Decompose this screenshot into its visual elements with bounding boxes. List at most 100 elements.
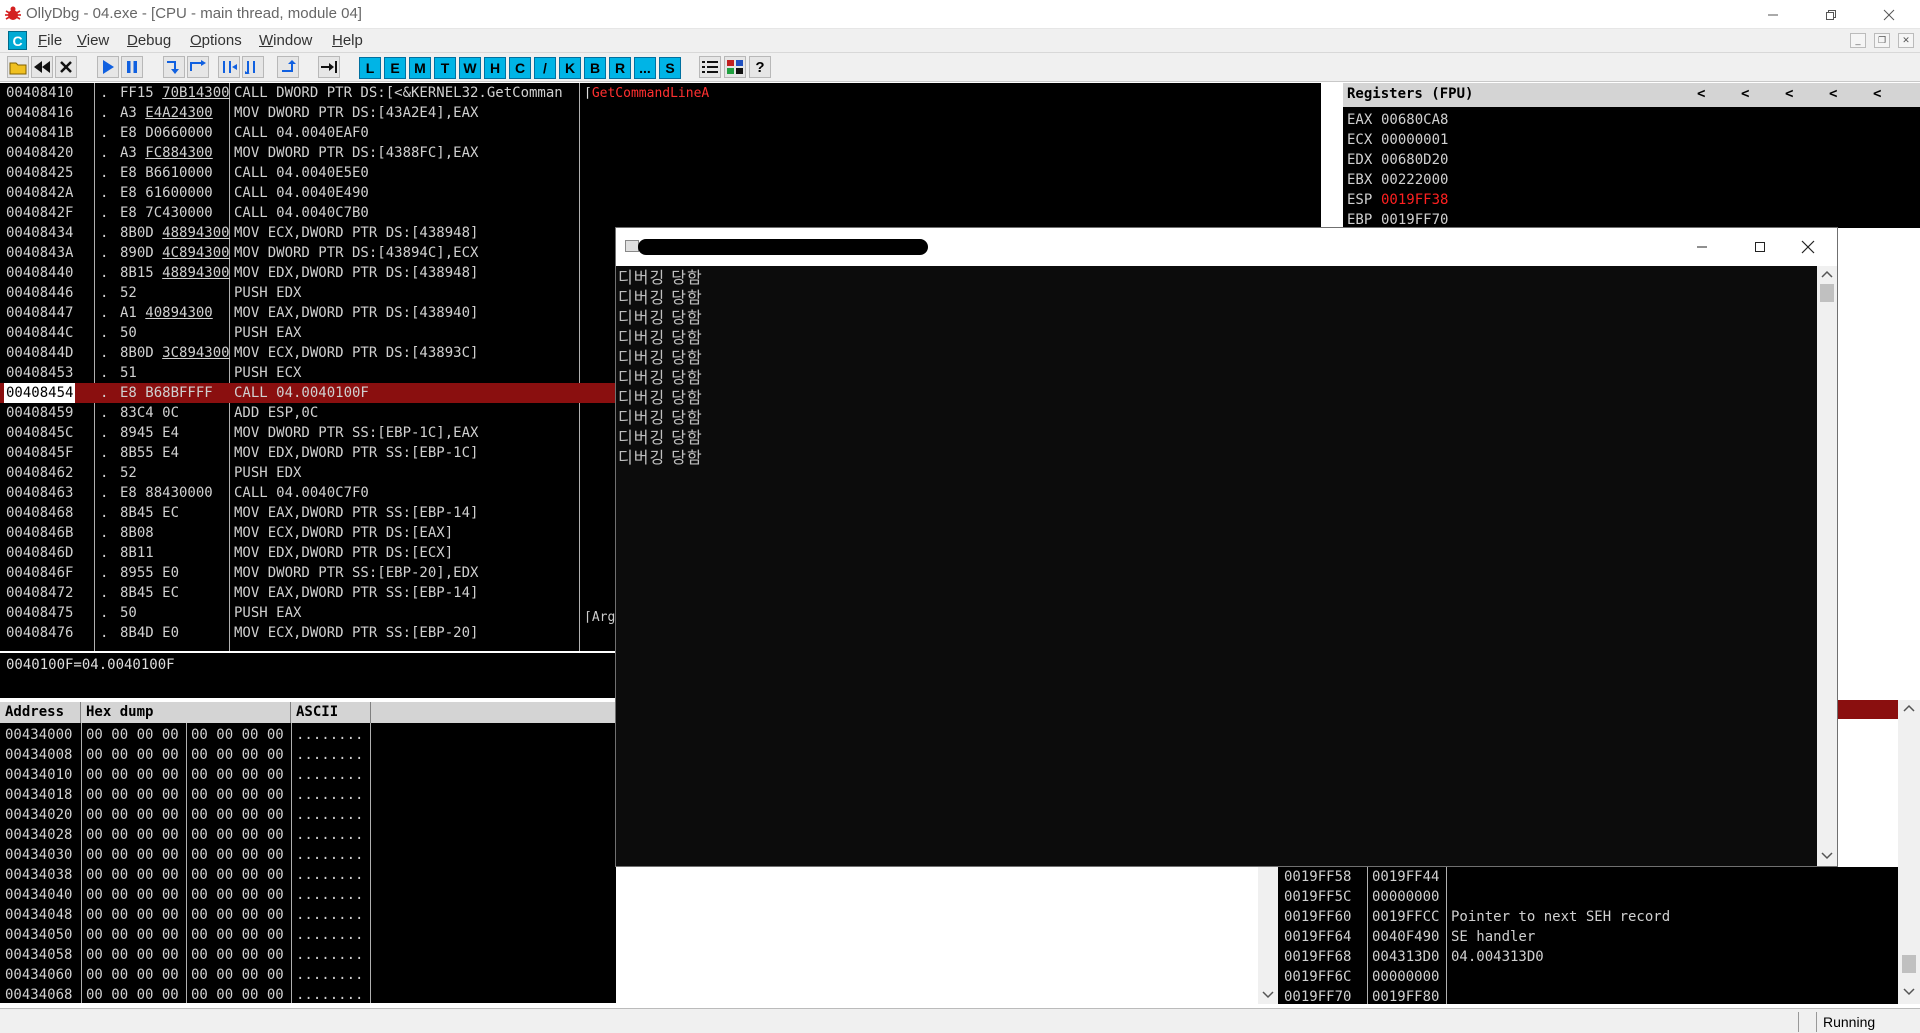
table-row[interactable]: 00408462. 52 PUSH EDX — [0, 463, 615, 483]
registers-pane[interactable]: Registers (FPU) < < < < < EAX 00680CA8 ECX… — [1343, 83, 1920, 228]
step-over-button[interactable] — [187, 56, 209, 78]
restart-button[interactable] — [31, 56, 53, 78]
stack-pane[interactable]: 0019FF58 0019FF44 0019FF5C 00000000 0019FF60… — [1278, 867, 1898, 1004]
mdi-restore-button[interactable]: ❐ — [1874, 33, 1890, 48]
animate-over-button[interactable] — [242, 56, 264, 78]
register-row[interactable]: EBP 0019FF70 — [1343, 210, 1920, 228]
table-row[interactable]: 0040841B. E8 D0660000 CALL 04.0040EAF0 — [0, 123, 615, 143]
table-row[interactable]: 00434000 00 00 00 00 00 00 00 00........ — [0, 725, 616, 745]
pause-button[interactable] — [121, 56, 143, 78]
table-row[interactable]: 00408447. A1 40894300 MOV EAX,DWORD PTR DS… — [0, 303, 615, 323]
references-window-button[interactable]: R — [609, 57, 631, 79]
table-row[interactable]: 00434050 00 00 00 00 00 00 00 00........ — [0, 925, 616, 945]
table-row[interactable]: 0019FF64 0040F490 SE handler — [1278, 927, 1898, 947]
register-view-arrow-2[interactable]: < — [1741, 86, 1749, 102]
table-row[interactable]: 00434010 00 00 00 00 00 00 00 00........ — [0, 765, 616, 785]
animate-into-button[interactable] — [218, 56, 240, 78]
menu-options[interactable]: Options — [190, 32, 242, 49]
table-row[interactable]: 0019FF68 004313D0 04.004313D0 — [1278, 947, 1898, 967]
modules-window-button[interactable]: E — [384, 57, 406, 79]
menu-file[interactable]: File — [38, 32, 62, 49]
scroll-thumb[interactable] — [1820, 284, 1834, 302]
breakpoints-window-button[interactable]: B — [584, 57, 606, 79]
mdi-close-button[interactable]: ✕ — [1898, 33, 1914, 48]
table-row[interactable]: 00434040 00 00 00 00 00 00 00 00........ — [0, 885, 616, 905]
table-row[interactable]: 00408440. 8B15 48894300 MOV EDX,DWORD PTR … — [0, 263, 615, 283]
run-trace-button[interactable]: ... — [634, 57, 656, 79]
register-row[interactable]: ECX 00000001 — [1343, 130, 1920, 150]
table-row[interactable]: 0040846F. 8955 E0 MOV DWORD PTR SS:[EBP-20… — [0, 563, 615, 583]
close-button[interactable] — [1860, 0, 1918, 29]
table-row[interactable]: 00408468. 8B45 EC MOV EAX,DWORD PTR SS:[EB… — [0, 503, 615, 523]
register-row[interactable]: ESP 0019FF38 — [1343, 190, 1920, 210]
table-row[interactable]: 0040844C. 50 PUSH EAX — [0, 323, 615, 343]
table-row[interactable]: 0040842A. E8 61600000 CALL 04.0040E490 — [0, 183, 615, 203]
table-row[interactable]: 00434038 00 00 00 00 00 00 00 00........ — [0, 865, 616, 885]
windows-window-button[interactable]: W — [459, 57, 481, 79]
cpu-window-button[interactable]: C — [509, 57, 531, 79]
debugging-options-button[interactable] — [699, 56, 721, 78]
table-row[interactable]: 00408475. 50 PUSH EAX — [0, 603, 615, 623]
register-view-arrow-1[interactable]: < — [1697, 86, 1705, 102]
table-row[interactable]: 00434048 00 00 00 00 00 00 00 00........ — [0, 905, 616, 925]
register-row[interactable]: EBX 00222000 — [1343, 170, 1920, 190]
dump-header-hex[interactable]: Hex dump — [81, 702, 291, 723]
execute-till-return-button[interactable] — [277, 56, 299, 78]
console-close-button[interactable] — [1779, 228, 1837, 266]
table-row[interactable]: 00434058 00 00 00 00 00 00 00 00........ — [0, 945, 616, 965]
table-row[interactable]: 00408463. E8 88430000 CALL 04.0040C7F0 — [0, 483, 615, 503]
registers-header[interactable]: Registers (FPU) < < < < < — [1343, 83, 1920, 107]
register-view-arrow-5[interactable]: < — [1873, 86, 1881, 102]
table-row[interactable]: 0040843A. 890D 4C894300 MOV DWORD PTR DS:[… — [0, 243, 615, 263]
table-row[interactable]: 0040842F. E8 7C430000 CALL 04.0040C7B0 — [0, 203, 615, 223]
register-row[interactable]: EAX 00680CA8 — [1343, 110, 1920, 130]
table-row[interactable]: 00408472. 8B45 EC MOV EAX,DWORD PTR SS:[EB… — [0, 583, 615, 603]
menu-debug[interactable]: Debug — [127, 32, 171, 49]
table-row[interactable]: 00408425. E8 B6610000 CALL 04.0040E5E0 — [0, 163, 615, 183]
close-program-button[interactable] — [55, 56, 77, 78]
table-row[interactable]: 00408416. A3 E4A24300 MOV DWORD PTR DS:[43… — [0, 103, 615, 123]
table-row[interactable]: 0019FF60 0019FFCC Pointer to next SEH reco… — [1278, 907, 1898, 927]
console-scrollbar[interactable] — [1817, 266, 1837, 866]
stack-scrollbar[interactable] — [1898, 700, 1920, 1004]
table-row[interactable]: 0040845C. 8945 E4 MOV DWORD PTR SS:[EBP-1C… — [0, 423, 615, 443]
table-row[interactable]: 0040845F. 8B55 E4 MOV EDX,DWORD PTR SS:[EB… — [0, 443, 615, 463]
console-title-bar[interactable] — [616, 228, 1837, 266]
table-row[interactable]: 00434008 00 00 00 00 00 00 00 00........ — [0, 745, 616, 765]
appearance-button[interactable] — [724, 56, 746, 78]
console-minimize-button[interactable] — [1673, 228, 1731, 266]
table-row[interactable]: 00434028 00 00 00 00 00 00 00 00........ — [0, 825, 616, 845]
table-row[interactable]: 0040846B. 8B08 MOV ECX,DWORD PTR DS:[EAX] — [0, 523, 615, 543]
register-view-arrow-4[interactable]: < — [1829, 86, 1837, 102]
help-button[interactable]: ? — [749, 56, 771, 78]
open-button[interactable] — [7, 56, 29, 78]
restore-button[interactable] — [1802, 0, 1860, 29]
register-row[interactable]: EDX 00680D20 — [1343, 150, 1920, 170]
table-row[interactable]: 00408420. A3 FC884300 MOV DWORD PTR DS:[43… — [0, 143, 615, 163]
mdi-minimize-button[interactable]: _ — [1850, 33, 1866, 48]
dump-header-ascii[interactable]: ASCII — [291, 702, 371, 723]
step-into-button[interactable] — [163, 56, 185, 78]
table-row[interactable]: 00408459. 83C4 0C ADD ESP,0C — [0, 403, 615, 423]
menu-view[interactable]: View — [77, 32, 109, 49]
stack-left-scrollbar[interactable] — [1258, 867, 1278, 1004]
table-row[interactable]: 0040846D. 8B11 MOV EDX,DWORD PTR DS:[ECX] — [0, 543, 615, 563]
table-row[interactable]: 00434018 00 00 00 00 00 00 00 00........ — [0, 785, 616, 805]
minimize-button[interactable] — [1744, 0, 1802, 29]
table-row[interactable]: 00408434. 8B0D 48894300 MOV ECX,DWORD PTR … — [0, 223, 615, 243]
dump-pane[interactable]: 00434000 00 00 00 00 00 00 00 00........ 00… — [0, 723, 616, 1003]
table-row[interactable]: 00408454. E8 B68BFFFF CALL 04.0040100F — [0, 383, 615, 403]
register-view-arrow-3[interactable]: < — [1785, 86, 1793, 102]
log-window-button[interactable]: L — [359, 57, 381, 79]
scroll-thumb[interactable] — [1902, 955, 1916, 973]
call-stack-button[interactable]: K — [559, 57, 581, 79]
table-row[interactable]: 0040844D. 8B0D 3C894300 MOV ECX,DWORD PTR … — [0, 343, 615, 363]
cpu-window-icon[interactable]: C — [8, 31, 27, 50]
handles-window-button[interactable]: H — [484, 57, 506, 79]
menu-window[interactable]: Window — [259, 32, 312, 49]
table-row[interactable]: 0019FF6C 00000000 — [1278, 967, 1898, 987]
table-row[interactable]: 00434060 00 00 00 00 00 00 00 00........ — [0, 965, 616, 985]
go-to-button[interactable] — [318, 56, 340, 78]
console-window[interactable]: 디버깅 당함 디버깅 당함 디버깅 당함 디버깅 당함 디버깅 당함 디버깅 당함 디버깅 … — [615, 227, 1838, 867]
dump-header-address[interactable]: Address — [0, 702, 81, 723]
